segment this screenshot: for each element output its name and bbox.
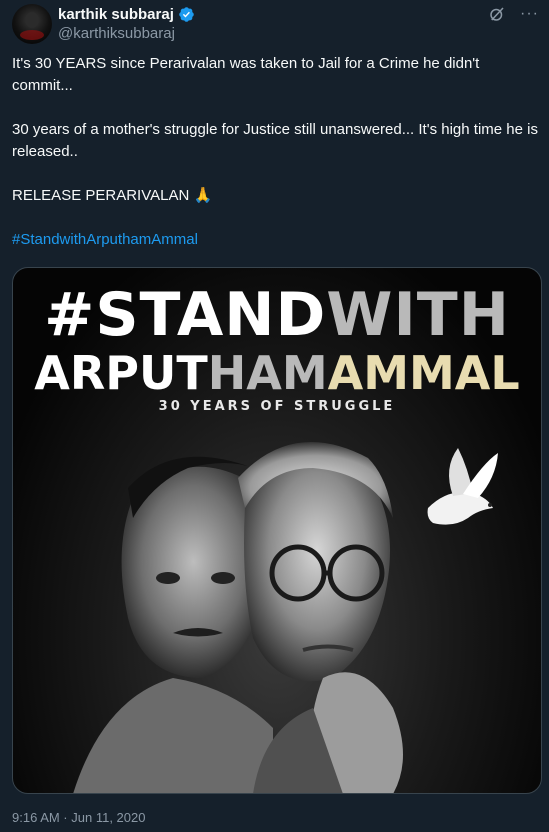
handle[interactable]: @karthiksubbaraj — [58, 24, 195, 44]
more-icon[interactable]: ··· — [520, 5, 539, 23]
tweet-header: karthik subbaraj @karthiksubbaraj ··· — [12, 4, 539, 44]
poster-name-part: AMMAL — [327, 346, 520, 400]
tweet-line: RELEASE PERARIVALAN 🙏 — [12, 187, 213, 204]
tweet-text: It's 30 YEARS since Perarivalan was take… — [12, 53, 542, 251]
display-name[interactable]: karthik subbaraj — [58, 6, 174, 23]
hashtag-link[interactable]: #StandwithArputhamAmmal — [12, 229, 542, 251]
grok-icon[interactable] — [488, 5, 506, 23]
author-block: karthik subbaraj @karthiksubbaraj — [58, 4, 195, 44]
tweet-line: 30 years of a mother's struggle for Just… — [12, 121, 538, 160]
poster-name: ARPUTHAMAMMAL — [13, 348, 541, 398]
poster-subtitle: 30 YEARS OF STRUGGLE — [158, 399, 396, 414]
tweet-timestamp[interactable]: 9:16 AM · Jun 11, 2020 — [12, 810, 145, 825]
poster-name-part: ARPUT — [34, 346, 208, 400]
tweet-media-image[interactable]: #STANDWITH ARPUTHAMAMMAL 30 YEARS OF STR… — [12, 267, 542, 794]
portrait-illustration — [73, 442, 498, 793]
poster-headline: #STANDWITH — [13, 282, 541, 348]
tweet-line: It's 30 YEARS since Perarivalan was take… — [12, 55, 480, 94]
poster-headline-part: WITH — [326, 280, 510, 350]
dove-illustration — [427, 448, 498, 525]
poster-headline-part: #STAND — [44, 280, 327, 350]
verified-badge-icon — [179, 6, 194, 22]
avatar[interactable] — [12, 4, 52, 44]
poster-name-part: HAM — [207, 346, 328, 400]
